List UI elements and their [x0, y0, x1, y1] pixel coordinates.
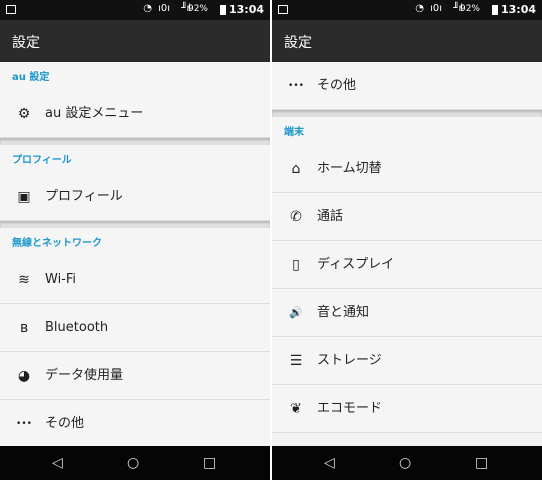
settings-item-sound[interactable]: 🔊 音と通知 — [272, 289, 542, 337]
vibrate-icon: ı0ı — [430, 3, 442, 14]
section-divider — [272, 110, 542, 117]
nfc-icon: ◔ — [415, 3, 424, 14]
phone-icon: ✆ — [290, 209, 302, 225]
settings-item-more[interactable]: ••• その他 — [0, 400, 270, 446]
recents-icon[interactable]: □ — [203, 454, 216, 472]
settings-item-label: エコモード — [317, 401, 383, 416]
home-icon[interactable]: ○ — [399, 454, 411, 472]
settings-item-profile[interactable]: ▣ プロフィール — [0, 173, 270, 221]
status-bar: ◔ ı0ı ╜ıl 92% 13:04 — [272, 0, 542, 20]
vibrate-icon: ı0ı — [158, 3, 170, 14]
settings-list[interactable]: ••• その他 端末 ⌂ ホーム切替 ✆ 通話 ▯ ディスプレイ 🔊 音と通知 … — [272, 62, 542, 446]
right-screen: ◔ ı0ı ╜ıl 92% 13:04 設定 ••• その他 端末 ⌂ ホーム切… — [272, 0, 542, 480]
settings-item-label: ディスプレイ — [317, 257, 395, 272]
home-icon[interactable]: ○ — [127, 454, 139, 472]
page-title: 設定 — [284, 35, 312, 51]
section-divider — [0, 138, 270, 145]
settings-list[interactable]: au 設定 ⚙ au 設定メニュー プロフィール ▣ プロフィール 無線とネット… — [0, 62, 270, 446]
settings-item-au-menu[interactable]: ⚙ au 設定メニュー — [0, 90, 270, 138]
page-title: 設定 — [12, 35, 40, 51]
battery-icon — [492, 5, 498, 15]
settings-item-eco-mode[interactable]: ❦ エコモード — [272, 385, 542, 433]
section-header-profile: プロフィール — [0, 145, 270, 173]
leaf-icon: ❦ — [290, 401, 302, 417]
section-header-wireless: 無線とネットワーク — [0, 228, 270, 256]
settings-item-call[interactable]: ✆ 通話 — [272, 193, 542, 241]
gear-icon: ⚙ — [17, 106, 31, 122]
settings-item-storage[interactable]: ☰ ストレージ — [272, 337, 542, 385]
settings-item-data-usage[interactable]: ◕ データ使用量 — [0, 352, 270, 400]
navigation-bar: ◁ ○ □ — [272, 446, 542, 480]
settings-item-display[interactable]: ▯ ディスプレイ — [272, 241, 542, 289]
settings-item-label: プロフィール — [45, 189, 123, 204]
recents-icon[interactable]: □ — [475, 454, 488, 472]
settings-item-label: Bluetooth — [45, 320, 109, 335]
navigation-bar: ◁ ○ □ — [0, 446, 270, 480]
notification-thumbnail-icon — [6, 5, 16, 14]
section-header-au: au 設定 — [0, 62, 270, 90]
home-icon: ⌂ — [291, 161, 301, 177]
settings-item-label: 通話 — [317, 209, 344, 224]
settings-item-label: 音と通知 — [317, 305, 370, 320]
settings-item-label: ストレージ — [317, 353, 382, 368]
settings-item-label: ホーム切替 — [317, 161, 382, 176]
more-icon: ••• — [16, 419, 32, 429]
settings-item-bluetooth[interactable]: ʙ Bluetooth — [0, 304, 270, 352]
app-bar: 設定 — [0, 20, 270, 62]
section-divider — [0, 221, 270, 228]
settings-item-home-switch[interactable]: ⌂ ホーム切替 — [272, 145, 542, 193]
left-screen: ◔ ı0ı ╜ıl 92% 13:04 設定 au 設定 ⚙ au 設定メニュー… — [0, 0, 270, 480]
nfc-icon: ◔ — [143, 3, 152, 14]
clock: 13:04 — [500, 3, 536, 16]
notification-thumbnail-icon — [278, 5, 288, 14]
settings-item-label: その他 — [317, 78, 357, 93]
settings-item-label: その他 — [45, 416, 85, 431]
wifi-icon: ≋ — [18, 272, 30, 288]
profile-icon: ▣ — [17, 189, 31, 205]
battery-icon — [220, 5, 226, 15]
display-icon: ▯ — [292, 257, 300, 273]
more-icon: ••• — [288, 81, 304, 91]
storage-icon: ☰ — [289, 353, 303, 369]
bluetooth-icon: ʙ — [19, 320, 29, 336]
settings-item-more[interactable]: ••• その他 — [272, 62, 542, 110]
settings-item-label: au 設定メニュー — [45, 106, 144, 121]
settings-item-wifi[interactable]: ≋ Wi-Fi — [0, 256, 270, 304]
back-icon[interactable]: ◁ — [52, 454, 63, 472]
back-icon[interactable]: ◁ — [324, 454, 335, 472]
settings-item-label: Wi-Fi — [45, 272, 77, 287]
battery-percent: 92% — [187, 4, 208, 14]
section-header-device: 端末 — [272, 117, 542, 145]
data-usage-icon: ◕ — [17, 368, 31, 384]
status-bar: ◔ ı0ı ╜ıl 92% 13:04 — [0, 0, 270, 20]
battery-percent: 92% — [459, 4, 480, 14]
settings-item-label: データ使用量 — [45, 368, 124, 383]
app-bar: 設定 — [272, 20, 542, 62]
volume-icon: 🔊 — [289, 306, 303, 319]
clock: 13:04 — [228, 3, 264, 16]
